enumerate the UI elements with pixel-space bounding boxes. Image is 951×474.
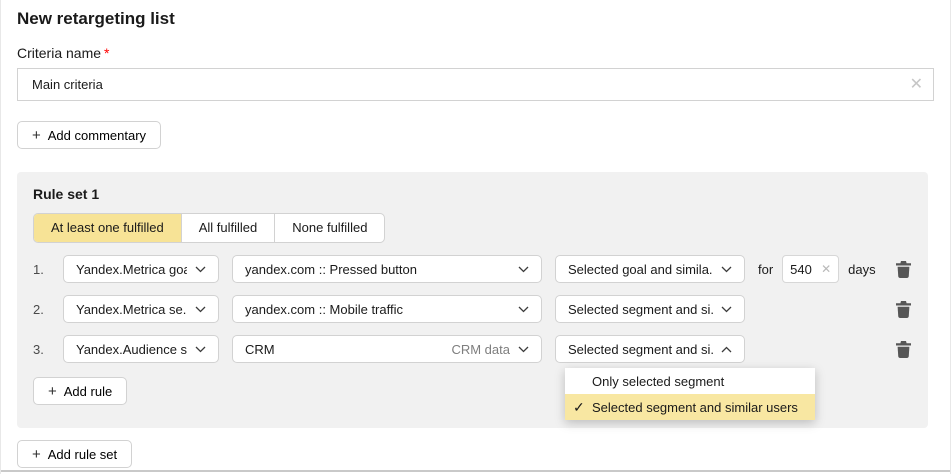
- rule1-goal-select[interactable]: yandex.com :: Pressed button: [232, 255, 542, 283]
- audience-dropdown-menu: Only selected segment ✓ Selected segment…: [565, 368, 815, 420]
- rule-row-1: 1. Yandex.Metrica goal yandex.com :: Pre…: [33, 255, 912, 283]
- trash-icon: [896, 261, 911, 278]
- criteria-name-value: Main criteria: [32, 77, 103, 92]
- check-icon: ✓: [573, 399, 592, 416]
- criteria-name-label: Criteria name*: [17, 45, 934, 61]
- chevron-down-icon: [721, 266, 732, 273]
- add-rule-label: Add rule: [64, 384, 112, 399]
- add-commentary-button[interactable]: + Add commentary: [17, 121, 161, 149]
- delete-rule-button[interactable]: [896, 300, 912, 318]
- menu-item-only-selected-segment[interactable]: Only selected segment: [565, 368, 815, 394]
- days-group: for 540 ✕ days: [758, 255, 876, 283]
- for-label: for: [758, 262, 773, 277]
- fulfillment-tabs: At least one fulfilled All fulfilled Non…: [33, 213, 385, 243]
- add-rule-button[interactable]: + Add rule: [33, 377, 127, 405]
- menu-item-selected-segment-and-similar-users[interactable]: ✓ Selected segment and similar users: [565, 394, 815, 420]
- days-count-value: 540: [790, 262, 812, 277]
- rule-number: 1.: [33, 262, 50, 277]
- chevron-down-icon: [518, 306, 529, 313]
- segment-type-label: CRM data: [451, 342, 510, 357]
- page-title: New retargeting list: [17, 8, 934, 30]
- rule3-audience-select-anchor: Selected segment and si... Only selected…: [555, 335, 745, 363]
- tab-at-least-one-fulfilled[interactable]: At least one fulfilled: [34, 214, 182, 242]
- rule-number: 2.: [33, 302, 50, 317]
- delete-rule-button[interactable]: [896, 260, 912, 278]
- rule-row-2: 2. Yandex.Metrica se... yandex.com :: Mo…: [33, 295, 912, 323]
- chevron-down-icon: [518, 266, 529, 273]
- rule3-segment-select[interactable]: CRM CRM data: [232, 335, 542, 363]
- rule3-audience-select[interactable]: Selected segment and si...: [555, 335, 745, 363]
- trash-icon: [896, 301, 911, 318]
- delete-rule-button[interactable]: [896, 340, 912, 358]
- days-label: days: [848, 262, 875, 277]
- plus-icon: +: [32, 128, 41, 143]
- tab-none-fulfilled[interactable]: None fulfilled: [275, 214, 384, 242]
- chevron-down-icon: [518, 346, 529, 353]
- rule2-audience-select[interactable]: Selected segment and si...: [555, 295, 745, 323]
- chevron-down-icon: [195, 346, 206, 353]
- required-asterisk: *: [104, 45, 109, 61]
- trash-icon: [896, 341, 911, 358]
- rule3-source-select[interactable]: Yandex.Audience s...: [63, 335, 219, 363]
- clear-days-icon[interactable]: ✕: [821, 263, 831, 275]
- rule2-source-select[interactable]: Yandex.Metrica se...: [63, 295, 219, 323]
- days-count-input[interactable]: 540 ✕: [782, 255, 839, 283]
- rule2-segment-select[interactable]: yandex.com :: Mobile traffic: [232, 295, 542, 323]
- rule-row-3: 3. Yandex.Audience s... CRM CRM data Sel…: [33, 335, 912, 363]
- clear-input-icon[interactable]: ✕: [910, 77, 923, 93]
- rule1-source-select[interactable]: Yandex.Metrica goal: [63, 255, 219, 283]
- add-commentary-label: Add commentary: [48, 128, 146, 143]
- chevron-up-icon: [721, 346, 732, 353]
- tab-all-fulfilled[interactable]: All fulfilled: [182, 214, 276, 242]
- chevron-down-icon: [195, 306, 206, 313]
- add-rule-set-button[interactable]: + Add rule set: [17, 440, 132, 468]
- plus-icon: +: [32, 447, 41, 462]
- retargeting-form: New retargeting list Criteria name* Main…: [0, 0, 951, 474]
- rule1-audience-select[interactable]: Selected goal and simila...: [555, 255, 745, 283]
- chevron-down-icon: [195, 266, 206, 273]
- criteria-name-input[interactable]: Main criteria ✕: [17, 68, 934, 101]
- plus-icon: +: [48, 384, 57, 399]
- rule-set-title: Rule set 1: [33, 186, 912, 202]
- rule-number: 3.: [33, 342, 50, 357]
- rule-set-panel: Rule set 1 At least one fulfilled All fu…: [17, 172, 928, 428]
- chevron-down-icon: [721, 306, 732, 313]
- add-rule-set-label: Add rule set: [48, 447, 117, 462]
